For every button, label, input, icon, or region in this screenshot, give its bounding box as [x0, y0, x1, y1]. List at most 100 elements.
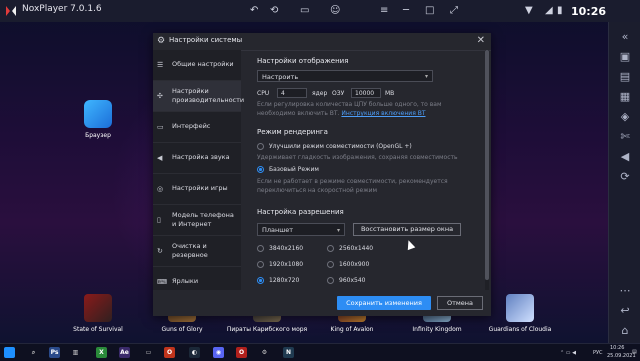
- cpu-label: CPU: [257, 90, 270, 97]
- windows-start-icon[interactable]: [4, 347, 15, 358]
- battery-icon: ▮: [557, 5, 563, 16]
- resolution-label: 1920x1080: [269, 261, 304, 268]
- steam-icon[interactable]: ◐: [189, 347, 200, 358]
- wifi-icon: ▼: [525, 5, 533, 16]
- taskbar-clock-time[interactable]: 10:26: [610, 345, 624, 351]
- resolution-radio-3840[interactable]: [257, 245, 264, 252]
- opera-gx-icon[interactable]: O: [236, 347, 247, 358]
- resolution-radio-1280[interactable]: [257, 277, 264, 284]
- restore-window-size-button[interactable]: Восстановить размер окна: [353, 223, 461, 236]
- ram-unit: MB: [385, 90, 395, 97]
- nav-item-performance[interactable]: ✣ Настройки производительности: [153, 81, 244, 112]
- chevron-down-icon: ▾: [336, 227, 340, 234]
- discord-icon[interactable]: ◉: [213, 347, 224, 358]
- interface-icon: ▭: [157, 123, 164, 131]
- multi-instance-icon[interactable]: ▣: [618, 50, 632, 64]
- cancel-button[interactable]: Отмена: [437, 296, 483, 310]
- nav-item-general[interactable]: ☰ Общие настройки: [153, 50, 241, 81]
- render-basic-radio[interactable]: [257, 166, 264, 173]
- file-explorer-icon[interactable]: ▥: [70, 347, 81, 358]
- game-label: King of Avalon: [330, 326, 374, 333]
- settings-app-icon[interactable]: ⚙: [259, 347, 270, 358]
- shortcut-icon[interactable]: ▭: [300, 4, 309, 18]
- language-indicator[interactable]: РУС: [593, 350, 603, 356]
- window-title: NoxPlayer 7.0.1.6: [22, 4, 102, 14]
- display-preset-value: Настроить: [262, 73, 299, 81]
- resolution-label: 1600x900: [339, 261, 370, 268]
- nav-item-phone[interactable]: ▯ Модель телефона и Интернет: [153, 205, 241, 236]
- nav-label: Ярлыки: [172, 277, 199, 285]
- game-label: Пираты Карибского моря: [226, 326, 308, 333]
- vt-instructions-link[interactable]: Инструкция включения ВТ: [341, 110, 425, 117]
- scrollbar-thumb[interactable]: [485, 50, 489, 280]
- browser-app-icon[interactable]: [84, 100, 112, 128]
- cores-label: ядер: [312, 90, 328, 97]
- ram-label: ОЗУ: [332, 90, 345, 97]
- search-icon[interactable]: ⌕: [28, 347, 39, 358]
- dialog-footer: Сохранить изменения Отмена: [153, 290, 491, 316]
- windows-taskbar: ⌕ Ps ▥ X Ae ▭ O ◐ ◉ O ⚙ N ⌃ ▭ ◀ РУС 10:2…: [0, 343, 640, 361]
- back-arrows-icon[interactable]: «: [618, 30, 632, 44]
- volume-icon[interactable]: ◀: [618, 150, 632, 164]
- record-icon[interactable]: ▦: [618, 90, 632, 104]
- gear-icon: ⚙: [157, 36, 166, 46]
- tray-icons[interactable]: ⌃ ▭ ◀: [560, 350, 576, 356]
- nox-logo-icon: [6, 6, 16, 16]
- cpu-cores-input[interactable]: 4: [277, 88, 307, 98]
- monitor-icon[interactable]: ▭: [143, 347, 154, 358]
- rotate-icon[interactable]: ⟳: [618, 170, 632, 184]
- undo-icon[interactable]: ↶: [250, 4, 258, 18]
- android-back-icon[interactable]: ↩: [618, 304, 632, 318]
- nav-item-cleanup[interactable]: ↻ Очистка и резервное: [153, 236, 241, 267]
- signal-icon: ◢: [545, 5, 553, 16]
- nav-item-sound[interactable]: ◀ Настройка звука: [153, 143, 241, 174]
- shortcut-icon: ⌨: [157, 278, 168, 286]
- resolution-radio-1920[interactable]: [257, 261, 264, 268]
- nav-label: Настройка звука: [172, 153, 230, 161]
- game-icon-state-of-survival[interactable]: [84, 294, 112, 322]
- render-basic-hint-1: Если не работает в режиме совместимости,…: [257, 178, 448, 185]
- tool-sidebar: « ▣ ▤ ▦ ◈ ✄ ◀ ⟳ ⋯ ↩ ⌂: [608, 22, 640, 343]
- excel-icon[interactable]: X: [96, 347, 107, 358]
- opera-icon[interactable]: O: [164, 347, 175, 358]
- game-icon-guardians-of-cloudia[interactable]: [506, 294, 534, 322]
- tools-icon[interactable]: ✄: [618, 130, 632, 144]
- close-icon[interactable]: ✕: [477, 35, 485, 47]
- ram-input[interactable]: 10000: [351, 88, 381, 98]
- resolution-label: 1280x720: [269, 277, 300, 284]
- settings-scrollbar[interactable]: [485, 50, 489, 290]
- display-preset-select[interactable]: Настроить ▾: [257, 70, 433, 82]
- nav-label: Модель телефона и Интернет: [172, 211, 234, 228]
- resolution-label: 2560x1440: [339, 245, 374, 252]
- history-icon[interactable]: ⟲: [270, 4, 278, 18]
- settings-content: Настройки отображения Настроить ▾ CPU 4 …: [243, 50, 485, 290]
- nav-item-interface[interactable]: ▭ Интерфейс: [153, 112, 241, 143]
- minimize-icon[interactable]: ─: [403, 4, 409, 18]
- android-home-icon[interactable]: ⌂: [618, 324, 632, 338]
- game-label: State of Survival: [73, 326, 123, 333]
- nav-item-game[interactable]: ◎ Настройки игры: [153, 174, 241, 205]
- resolution-radio-960[interactable]: [327, 277, 334, 284]
- apk-icon[interactable]: ▤: [618, 70, 632, 84]
- after-effects-icon[interactable]: Ae: [119, 347, 130, 358]
- photoshop-icon[interactable]: Ps: [49, 347, 60, 358]
- notification-icon[interactable]: ▤: [632, 349, 637, 355]
- expand-icon[interactable]: ⤢: [450, 4, 458, 18]
- resolution-radio-2560[interactable]: [327, 245, 334, 252]
- resolution-radio-1600[interactable]: [327, 261, 334, 268]
- device-type-select[interactable]: Планшет ▾: [257, 223, 345, 236]
- more-icon[interactable]: ⋯: [618, 284, 632, 298]
- save-button[interactable]: Сохранить изменения: [337, 296, 431, 310]
- render-opengl-hint: Удерживает гладкость изображения, сохран…: [257, 154, 458, 161]
- resolution-label: 3840x2160: [269, 245, 304, 252]
- user-icon[interactable]: ☺: [330, 4, 340, 18]
- render-basic-hint-2: переключиться на скоростной режим: [257, 187, 378, 194]
- menu-icon[interactable]: ≡: [380, 4, 388, 18]
- restore-icon[interactable]: □: [425, 4, 434, 18]
- nox-taskbar-icon[interactable]: N: [283, 347, 294, 358]
- cleanup-icon: ↻: [157, 247, 163, 255]
- game-label: Infinity Kingdom: [412, 326, 462, 333]
- render-opengl-radio[interactable]: [257, 143, 264, 150]
- device-type-value: Планшет: [262, 226, 294, 234]
- macro-icon[interactable]: ◈: [618, 110, 632, 124]
